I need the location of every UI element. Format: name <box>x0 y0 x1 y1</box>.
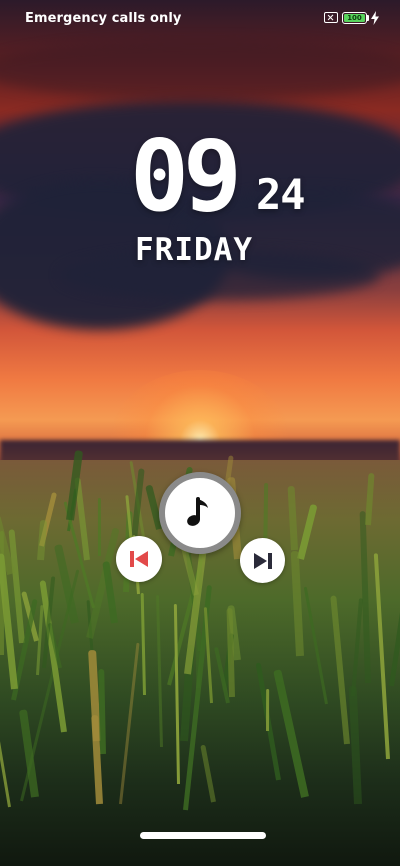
skip-next-button[interactable] <box>240 538 285 583</box>
skip-previous-icon <box>130 551 148 567</box>
no-sim-icon <box>324 12 338 23</box>
battery-tip <box>367 15 369 21</box>
carrier-text: Emergency calls only <box>25 11 182 26</box>
music-play-button[interactable] <box>159 472 241 554</box>
lightning-bolt-icon <box>371 11 379 25</box>
music-note-icon <box>187 497 208 526</box>
battery-level: 100 <box>344 14 365 22</box>
status-bar: Emergency calls only 100 <box>0 0 400 36</box>
home-indicator[interactable] <box>140 832 266 839</box>
skip-previous-button[interactable] <box>116 536 162 582</box>
crop-blade <box>97 497 101 557</box>
wallpaper-cloud <box>0 40 400 100</box>
clock-weekday: FRIDAY <box>135 232 253 268</box>
battery-icon: 100 <box>342 12 367 24</box>
skip-next-icon <box>253 552 272 569</box>
clock-minute: 24 <box>256 170 306 219</box>
crop-blade <box>266 688 270 732</box>
lock-screen: Emergency calls only 100 09 24 FRIDAY <box>0 0 400 866</box>
clock-hour: 09 <box>130 120 242 234</box>
